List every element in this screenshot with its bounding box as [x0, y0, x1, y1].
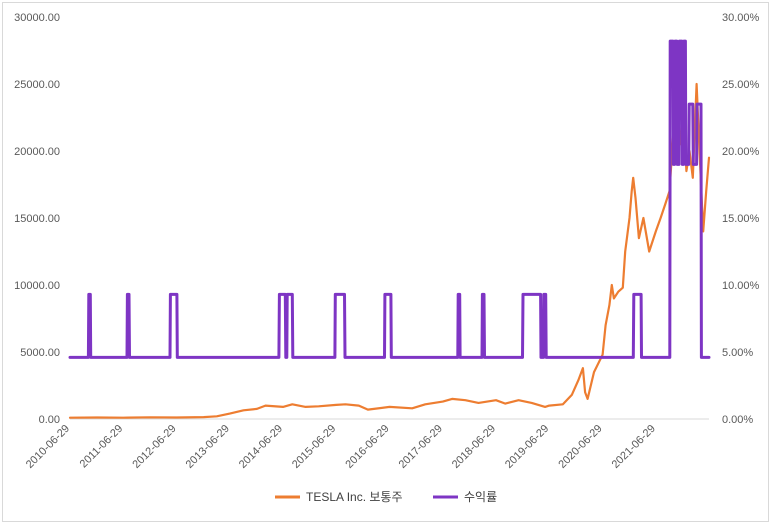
left-tick-label: 10000.00 [14, 280, 60, 292]
right-tick-label: 10.00% [722, 280, 760, 292]
x-tick-label: 2013-06-29 [184, 423, 232, 471]
right-tick-label: 20.00% [722, 146, 760, 158]
x-tick-label: 2011-06-29 [78, 423, 126, 471]
x-tick-label: 2020-06-29 [556, 423, 604, 471]
x-tick-label: 2012-06-29 [130, 423, 178, 471]
x-tick-label: 2019-06-29 [503, 423, 551, 471]
x-tick-label: 2016-06-29 [343, 423, 391, 471]
right-tick-label: 0.00% [722, 414, 753, 426]
series-line-2 [68, 39, 711, 359]
left-tick-label: 30000.00 [14, 12, 60, 24]
legend-label-1: TESLA Inc. 보통주 [306, 490, 402, 504]
left-tick-label: 15000.00 [14, 213, 60, 225]
x-tick-label: 2014-06-29 [237, 423, 285, 471]
left-tick-label: 20000.00 [14, 146, 60, 158]
right-tick-label: 30.00% [722, 12, 760, 24]
right-tick-label: 25.00% [722, 79, 760, 91]
left-tick-label: 25000.00 [14, 79, 60, 91]
x-tick-label: 2018-06-29 [450, 423, 498, 471]
series-line-1 [68, 82, 711, 419]
right-tick-label: 5.00% [722, 347, 753, 359]
chart: 0.00 5000.00 10000.00 15000.00 20000.00 25000… [14, 12, 760, 504]
x-tick-label: 2017-06-29 [397, 423, 445, 471]
left-tick-label: 5000.00 [20, 347, 60, 359]
left-tick-label: 0.00 [39, 414, 60, 426]
x-tick-label: 2010-06-29 [24, 423, 72, 471]
x-tick-label: 2015-06-29 [290, 423, 338, 471]
right-tick-label: 15.00% [722, 213, 760, 225]
x-tick-label: 2021-06-29 [610, 423, 658, 471]
legend-label-2: 수익률 [464, 490, 497, 504]
